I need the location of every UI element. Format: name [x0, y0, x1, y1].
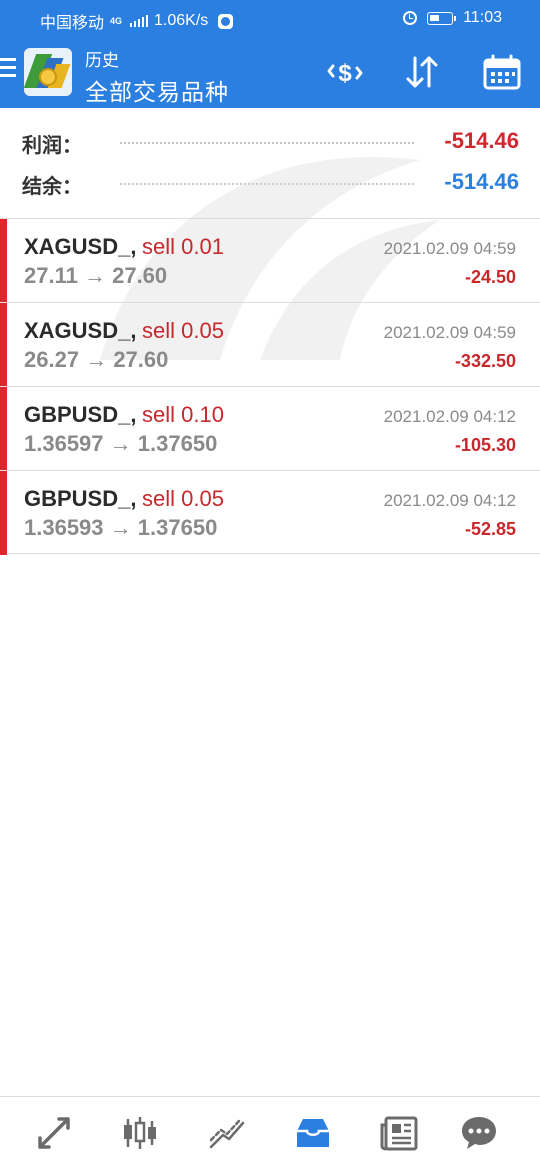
trade-side: sell 0.05: [142, 486, 224, 511]
battery-icon: [427, 11, 457, 25]
app-bar: 历史 全部交易品种 $: [0, 36, 540, 108]
trade-profit: -52.85: [464, 519, 516, 539]
network-speed: 1.06K/s: [154, 12, 209, 29]
sort-icon[interactable]: [402, 54, 442, 90]
bottom-navigation: [0, 1096, 540, 1170]
balance-leader-dots: [120, 183, 414, 185]
balance-label: 结余：: [22, 176, 82, 198]
signal-icon: [130, 15, 149, 27]
trade-symbol: GBPUSD_,: [24, 402, 137, 427]
history-icon[interactable]: [293, 1113, 333, 1153]
menu-icon[interactable]: [0, 58, 16, 82]
trade-profit: -24.50: [464, 267, 516, 287]
app-logo[interactable]: [24, 48, 72, 96]
profit-label: 利润：: [22, 135, 82, 157]
quotes-icon[interactable]: [34, 1113, 74, 1153]
trade-profit: -105.30: [454, 435, 516, 455]
currency-swap-icon[interactable]: $: [325, 54, 365, 90]
news-icon[interactable]: [380, 1113, 420, 1153]
trade-prices: 1.36597 → 1.37650: [24, 431, 218, 456]
sell-indicator-bar: [0, 303, 7, 387]
trade-prices: 26.27 → 27.60: [24, 347, 169, 372]
top-bar: 中国移动 4G 1.06K/s 11:03 历史 全部交易品种 $: [0, 0, 540, 108]
profit-value: -514.46: [444, 128, 519, 153]
trade-side: sell 0.01: [142, 234, 224, 259]
trade-time: 2021.02.09 04:59: [383, 239, 516, 258]
balance-value: -514.46: [444, 169, 519, 194]
trade-prices: 1.36593 → 1.37650: [24, 515, 218, 540]
carrier-name: 中国移动: [40, 15, 105, 32]
trade-side: sell 0.10: [142, 402, 224, 427]
sell-indicator-bar: [0, 387, 7, 471]
calendar-icon[interactable]: [482, 54, 522, 90]
trade-profit: -332.50: [454, 351, 516, 371]
trade-side: sell 0.05: [142, 318, 224, 343]
sell-indicator-bar: [0, 219, 7, 303]
svg-text:$: $: [338, 60, 352, 87]
alarm-icon: [403, 11, 418, 25]
profit-row: 利润： -514.46: [0, 122, 540, 162]
status-bar: 中国移动 4G 1.06K/s 11:03: [0, 0, 540, 36]
trade-prices: 27.11 → 27.60: [24, 263, 168, 288]
page-subtitle: 历史: [85, 51, 119, 70]
trade-time: 2021.02.09 04:59: [383, 323, 516, 342]
trade-row[interactable]: XAGUSD_, sell 0.05 26.27 → 27.60 2021.02…: [0, 302, 540, 387]
notification-app-icon: [218, 13, 234, 29]
profit-leader-dots: [120, 142, 414, 144]
trade-symbol: XAGUSD_,: [24, 318, 137, 343]
trade-icon[interactable]: [207, 1113, 247, 1153]
status-right: 11:03: [403, 9, 502, 27]
chart-icon[interactable]: [120, 1113, 160, 1153]
sell-indicator-bar: [0, 471, 7, 555]
chat-icon[interactable]: [459, 1113, 499, 1153]
clock: 11:03: [463, 9, 502, 26]
trade-symbol: GBPUSD_,: [24, 486, 137, 511]
trade-time: 2021.02.09 04:12: [383, 491, 516, 510]
status-left: 中国移动 4G 1.06K/s: [40, 9, 234, 33]
network-type: 4G: [110, 15, 123, 26]
trade-time: 2021.02.09 04:12: [383, 407, 516, 426]
trade-list: XAGUSD_, sell 0.01 27.11 → 27.60 2021.02…: [0, 218, 540, 555]
trade-row[interactable]: GBPUSD_, sell 0.05 1.36593 → 1.37650 202…: [0, 470, 540, 555]
trade-row[interactable]: GBPUSD_, sell 0.10 1.36597 → 1.37650 202…: [0, 386, 540, 471]
trade-symbol: XAGUSD_,: [24, 234, 137, 259]
balance-row: 结余： -514.46: [0, 163, 540, 203]
trade-row[interactable]: XAGUSD_, sell 0.01 27.11 → 27.60 2021.02…: [0, 218, 540, 303]
